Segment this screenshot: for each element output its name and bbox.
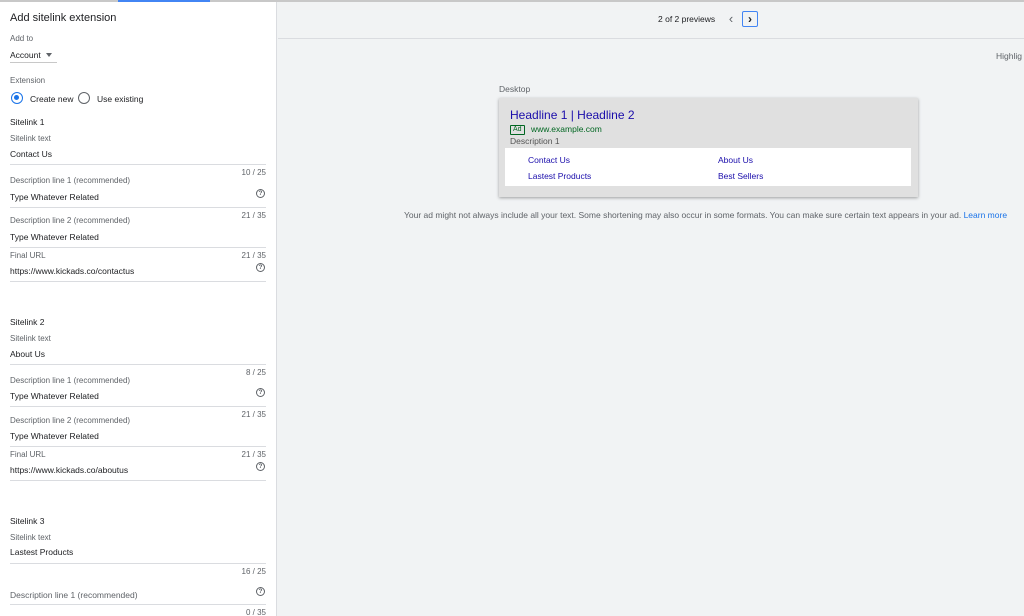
- sitelink-1-url-input[interactable]: https://www.kickads.co/contactus: [10, 266, 134, 276]
- use-existing-radio[interactable]: [78, 92, 90, 104]
- divider: [278, 38, 1024, 39]
- sitelink-2-text-counter: 8 / 25: [245, 368, 266, 377]
- help-icon[interactable]: ?: [256, 388, 265, 397]
- ad-sitelink[interactable]: Lastest Products: [528, 171, 591, 181]
- sitelink-1-desc1-label: Description line 1 (recommended): [10, 176, 131, 185]
- ad-sitelinks-box: Contact Us About Us Lastest Products Bes…: [505, 148, 911, 186]
- sitelink-1-desc1-counter: 21 / 35: [241, 211, 266, 220]
- help-icon[interactable]: ?: [256, 587, 265, 596]
- sitelink-1-text-counter: 10 / 25: [241, 168, 266, 177]
- field-underline: [10, 164, 266, 165]
- create-new-radio[interactable]: [11, 92, 23, 104]
- sitelink-2-title: Sitelink 2: [10, 317, 45, 327]
- sitelink-3-title: Sitelink 3: [10, 516, 45, 526]
- sitelink-editor-panel: Add sitelink extension Add to Account Ex…: [0, 2, 277, 616]
- ad-preview-card: Headline 1 | Headline 2 Ad www.example.c…: [499, 98, 918, 197]
- help-icon[interactable]: ?: [256, 189, 265, 198]
- sitelink-2-desc2-input[interactable]: Type Whatever Related: [10, 431, 99, 441]
- preview-pager-text: 2 of 2 previews: [658, 14, 716, 24]
- field-underline: [10, 480, 266, 481]
- sitelink-2-desc1-label: Description line 1 (recommended): [10, 376, 131, 385]
- sitelink-2-desc2-counter: 21 / 35: [241, 450, 266, 459]
- ad-headline: Headline 1 | Headline 2: [510, 108, 635, 122]
- sitelink-2-text-label: Sitelink text: [10, 334, 51, 343]
- caret-down-icon: [46, 53, 52, 57]
- sitelink-2-url-label: Final URL: [10, 450, 46, 459]
- ad-sitelink[interactable]: About Us: [718, 155, 753, 165]
- sitelink-3-text-input[interactable]: Lastest Products: [10, 547, 73, 557]
- sitelink-1-url-label: Final URL: [10, 251, 46, 260]
- field-underline: [10, 207, 266, 208]
- sitelink-3-text-counter: 16 / 25: [241, 567, 266, 576]
- add-to-dropdown[interactable]: Account: [10, 48, 57, 64]
- sitelink-3-desc1-input[interactable]: Description line 1 (recommended): [10, 590, 138, 600]
- field-underline: [10, 406, 266, 407]
- device-label: Desktop: [499, 84, 531, 94]
- sitelink-2-text-input[interactable]: About Us: [10, 349, 45, 359]
- chevron-right-icon[interactable]: ›: [742, 11, 758, 27]
- ad-description: Description 1: [510, 136, 560, 146]
- sitelink-1-desc1-input[interactable]: Type Whatever Related: [10, 192, 99, 202]
- ad-sitelink[interactable]: Contact Us: [528, 155, 570, 165]
- sitelink-2-url-input[interactable]: https://www.kickads.co/aboutus: [10, 465, 128, 475]
- dropdown-underline: [10, 62, 57, 63]
- field-underline: [10, 446, 266, 447]
- preview-note: Your ad might not always include all you…: [404, 210, 1007, 220]
- preview-panel: 2 of 2 previews ‹ › Highlig Desktop Head…: [278, 2, 1024, 616]
- panel-title: Add sitelink extension: [10, 12, 117, 24]
- sitelink-1-desc2-counter: 21 / 35: [241, 251, 266, 260]
- ad-sitelink[interactable]: Best Sellers: [718, 171, 763, 181]
- help-icon[interactable]: ?: [256, 263, 265, 272]
- ad-badge: Ad: [510, 125, 525, 135]
- create-new-label[interactable]: Create new: [30, 94, 73, 104]
- field-underline: [10, 364, 266, 365]
- sitelink-1-text-input[interactable]: Contact Us: [10, 149, 52, 159]
- help-icon[interactable]: ?: [256, 462, 265, 471]
- sitelink-3-text-label: Sitelink text: [10, 533, 51, 542]
- extension-label: Extension: [10, 76, 46, 85]
- sitelink-2-desc1-counter: 21 / 35: [241, 410, 266, 419]
- highlight-toggle-label[interactable]: Highlig: [996, 51, 1022, 61]
- field-underline: [10, 604, 266, 605]
- field-underline: [10, 281, 266, 282]
- add-to-label: Add to: [10, 34, 34, 43]
- preview-note-text: Your ad might not always include all you…: [404, 210, 962, 220]
- ad-display-url: www.example.com: [531, 124, 602, 134]
- sitelink-1-title: Sitelink 1: [10, 117, 45, 127]
- field-underline: [10, 247, 266, 248]
- chevron-left-icon[interactable]: ‹: [724, 11, 738, 27]
- sitelink-1-desc2-input[interactable]: Type Whatever Related: [10, 232, 99, 242]
- sitelink-1-desc2-label: Description line 2 (recommended): [10, 216, 131, 225]
- learn-more-link[interactable]: Learn more: [964, 210, 1007, 220]
- add-to-value: Account: [10, 50, 41, 60]
- sitelink-2-desc2-label: Description line 2 (recommended): [10, 416, 131, 425]
- sitelink-3-desc1-counter: 0 / 35: [245, 608, 266, 616]
- field-underline: [10, 563, 266, 564]
- sitelink-2-desc1-input[interactable]: Type Whatever Related: [10, 391, 99, 401]
- use-existing-label[interactable]: Use existing: [97, 94, 143, 104]
- sitelink-1-text-label: Sitelink text: [10, 134, 51, 143]
